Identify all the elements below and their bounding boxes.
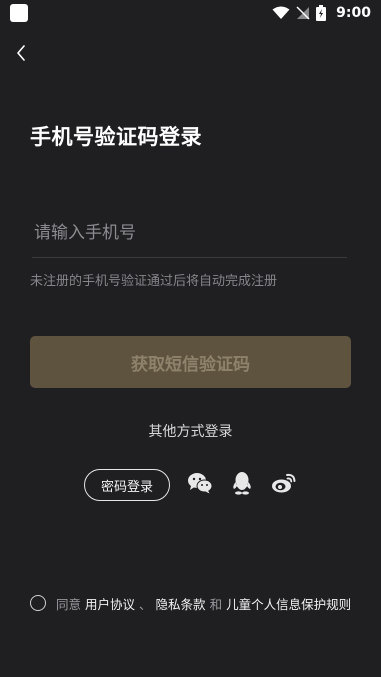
child-privacy-link[interactable]: 儿童个人信息保护规则	[226, 594, 351, 613]
weibo-icon	[272, 473, 296, 493]
password-login-button[interactable]: 密码登录	[84, 469, 170, 501]
get-code-button[interactable]: 获取短信验证码	[30, 336, 351, 388]
wechat-icon	[188, 473, 213, 494]
other-login-label: 其他方式登录	[148, 424, 233, 440]
back-button[interactable]	[10, 40, 32, 66]
no-signal-icon	[296, 6, 310, 20]
wechat-login-button[interactable]	[187, 470, 213, 496]
user-agreement-link[interactable]: 用户协议	[85, 594, 135, 613]
agreement-and: 和	[209, 596, 223, 612]
privacy-link[interactable]: 隐私条款	[156, 594, 206, 613]
battery-charging-icon	[316, 5, 327, 21]
qq-login-button[interactable]	[229, 470, 255, 496]
status-time: 9:00	[336, 5, 371, 21]
agreement-separator: 、	[139, 596, 152, 612]
agreement-checkbox[interactable]	[30, 595, 46, 611]
weibo-login-button[interactable]	[271, 470, 297, 496]
phone-input[interactable]	[32, 213, 351, 253]
page-title: 手机号验证码登录	[30, 125, 202, 149]
status-icons: 9:00	[272, 3, 371, 23]
qq-icon	[233, 472, 251, 495]
agreement-prefix: 同意	[56, 596, 82, 612]
app-notification-icon	[10, 4, 28, 22]
wifi-icon	[272, 6, 290, 19]
status-bar: 9:00	[0, 0, 381, 26]
register-hint: 未注册的手机号验证通过后将自动完成注册	[30, 274, 278, 289]
phone-field	[32, 213, 351, 258]
agreement-row: 同意 用户协议 、 隐私条款 和 儿童个人信息保护规则	[30, 593, 351, 613]
chevron-left-icon	[17, 45, 25, 61]
